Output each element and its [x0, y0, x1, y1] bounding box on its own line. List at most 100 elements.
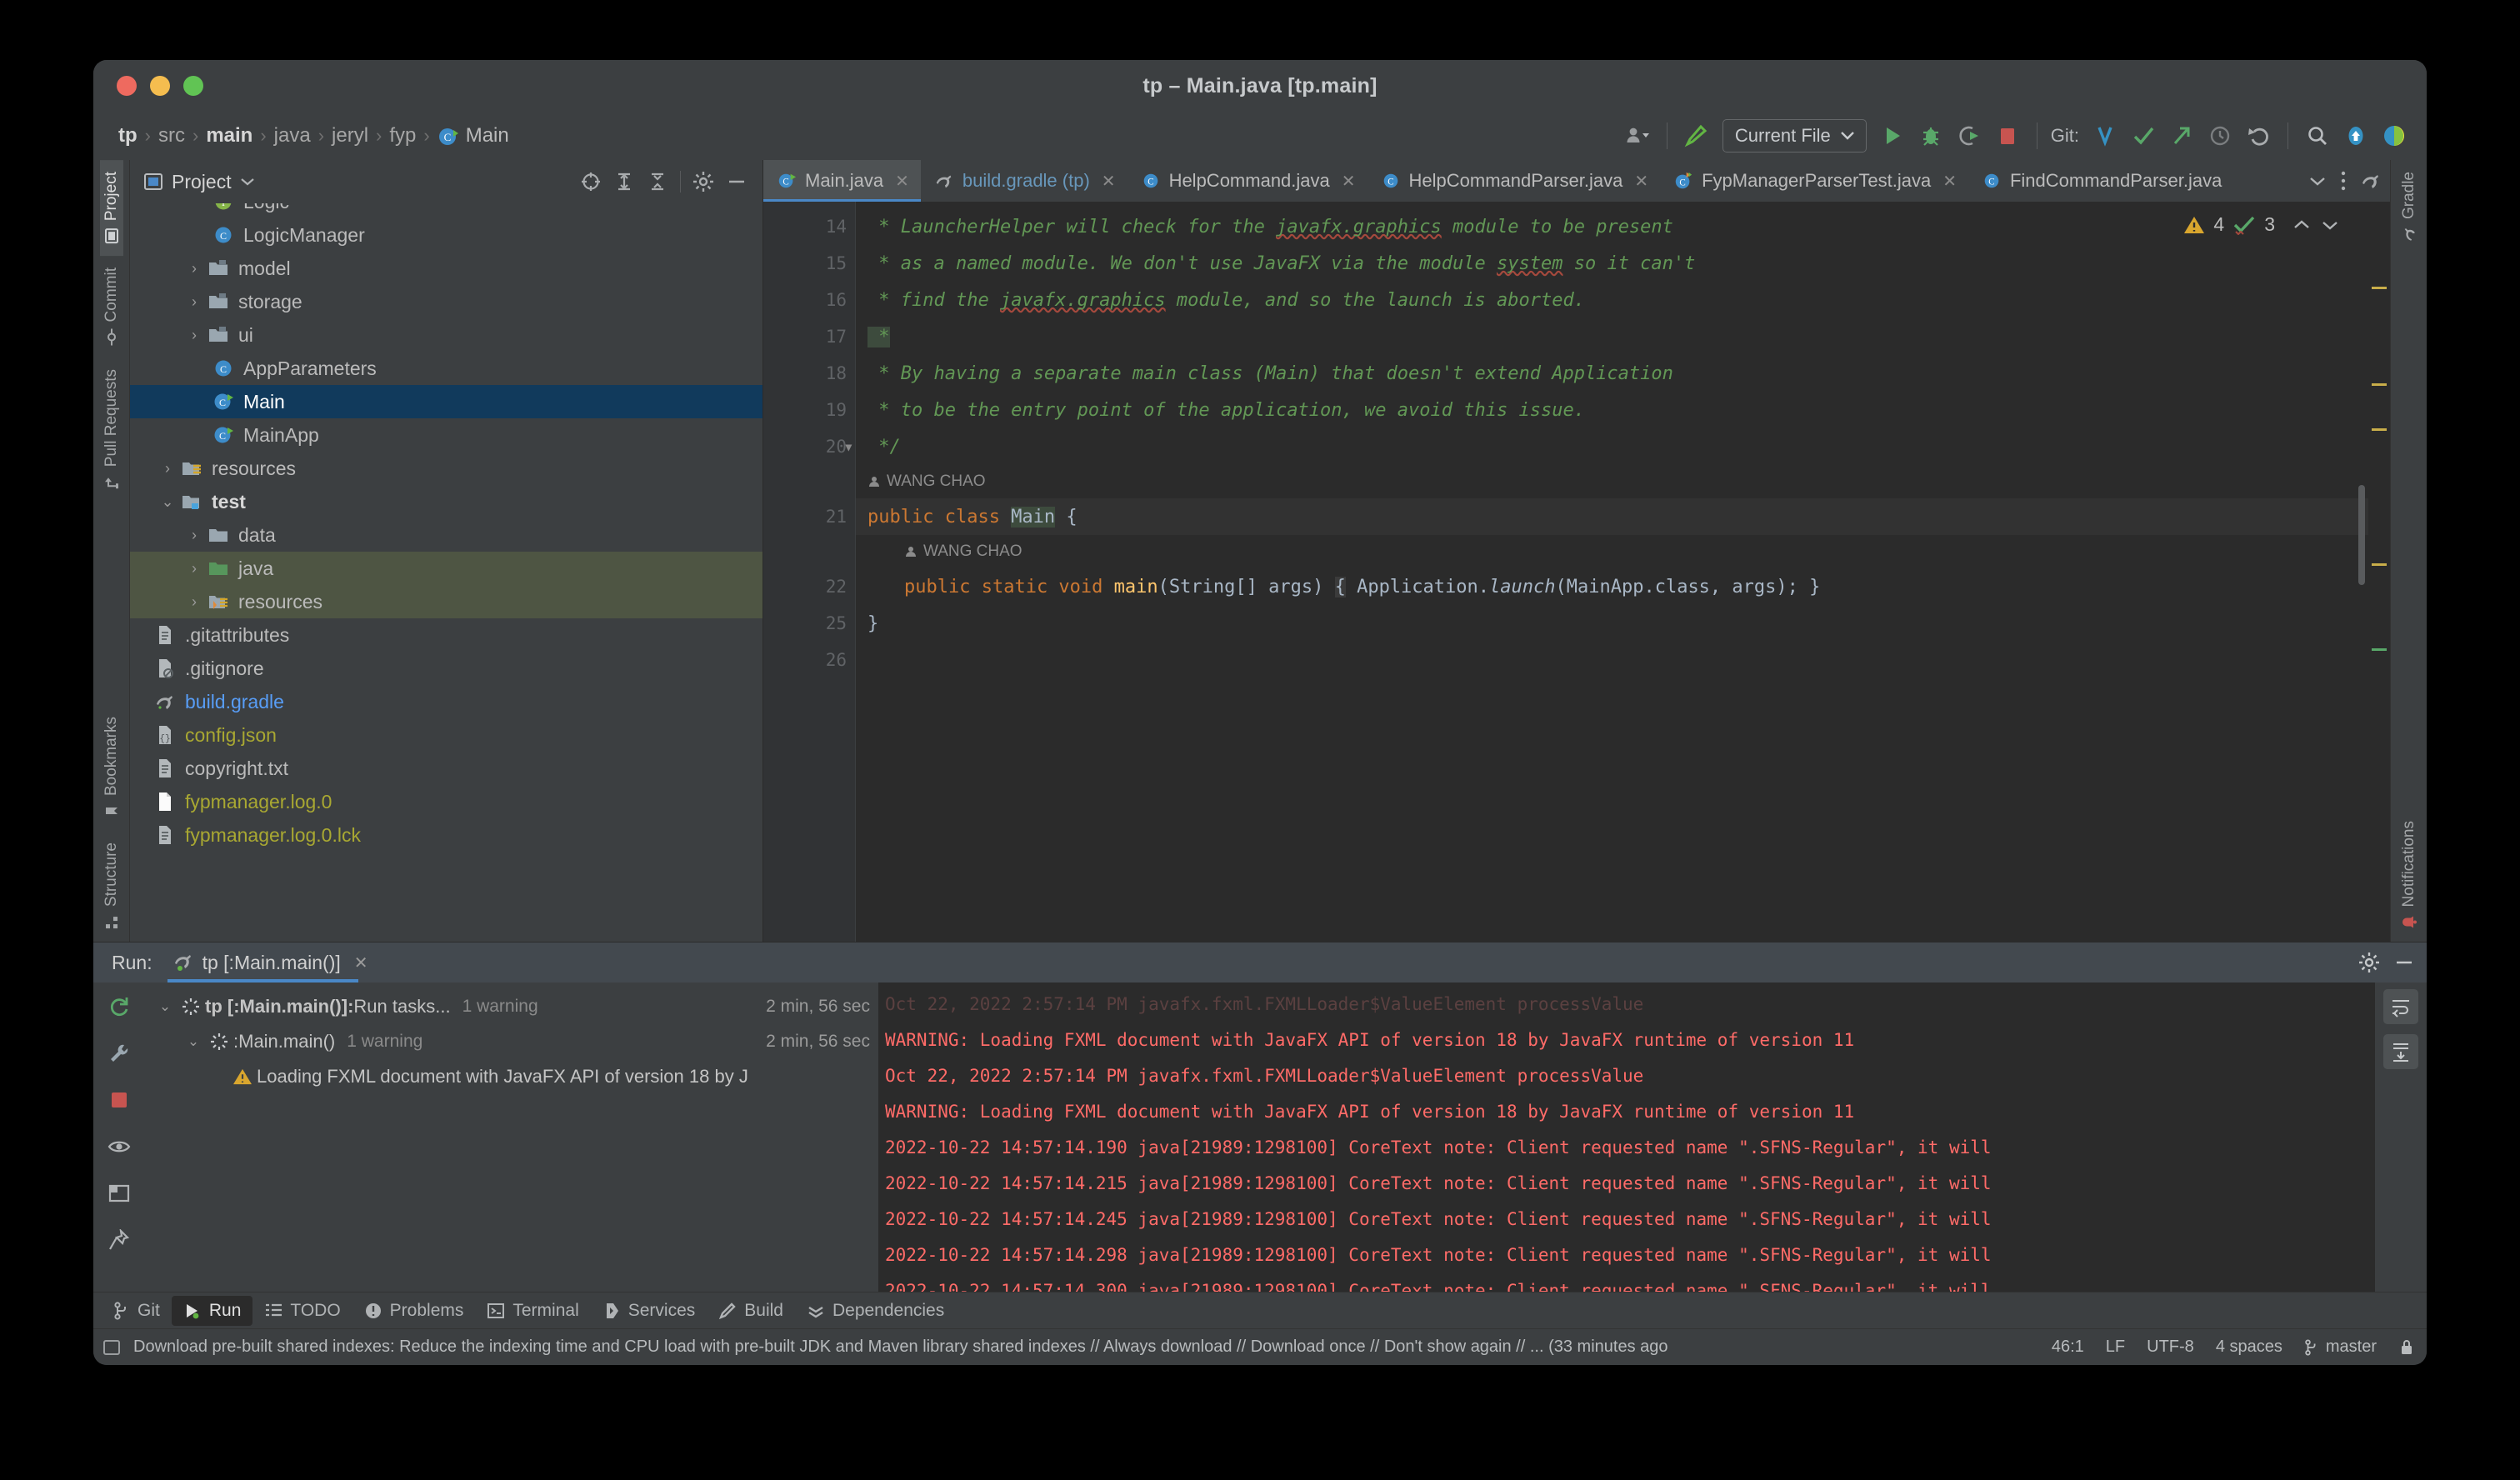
git-history-clock-icon[interactable] — [2202, 118, 2238, 153]
indent-setting[interactable]: 4 spaces — [2216, 1338, 2282, 1357]
gradle-elephant-icon[interactable] — [2360, 170, 2382, 192]
tree-row[interactable]: C AppParameters — [130, 352, 762, 385]
vcs-annotation[interactable]: WANG CHAO — [856, 465, 2390, 498]
chevron-up-icon[interactable] — [2292, 218, 2312, 232]
chevron-down-icon[interactable]: ⌄ — [153, 998, 177, 1015]
tree-row[interactable]: › data — [130, 518, 762, 552]
close-icon[interactable]: ✕ — [1102, 171, 1116, 192]
tree-row[interactable]: build.gradle — [130, 685, 762, 718]
bottom-tab-dependencies[interactable]: Dependencies — [795, 1296, 956, 1326]
git-branch-widget[interactable]: master — [2304, 1338, 2377, 1357]
chevron-right-icon[interactable]: › — [183, 293, 205, 311]
chevron-down-icon[interactable] — [240, 177, 255, 187]
tree-row[interactable]: › resources — [130, 452, 762, 485]
editor-scrollbar-thumb[interactable] — [2358, 485, 2365, 585]
line-separator[interactable]: LF — [2106, 1338, 2125, 1357]
tree-row[interactable]: copyright.txt — [130, 752, 762, 785]
collapse-all-icon[interactable] — [642, 166, 673, 198]
breadcrumb-item-tp[interactable]: tp — [113, 122, 142, 149]
bottom-tab-terminal[interactable]: Terminal — [475, 1296, 590, 1326]
minimize-window-button[interactable] — [150, 76, 170, 96]
build-wrench-icon[interactable] — [102, 1036, 137, 1071]
tab-help-command-parser[interactable]: C HelpCommandParser.java ✕ — [1368, 160, 1661, 202]
project-tree[interactable]: I Logic C LogicManager › model — [130, 203, 762, 942]
chevron-right-icon[interactable]: › — [183, 560, 205, 578]
hide-panel-icon[interactable] — [721, 166, 752, 198]
sidebar-item-pull-requests[interactable]: Pull Requests — [100, 358, 123, 502]
chevron-down-icon[interactable]: ⌄ — [182, 1033, 205, 1050]
run-with-coverage-icon[interactable] — [1952, 118, 1987, 153]
close-icon[interactable]: ✕ — [1942, 171, 1957, 192]
scroll-to-end-icon[interactable] — [2383, 1034, 2418, 1069]
bottom-tab-run[interactable]: Run — [172, 1296, 253, 1326]
bottom-tab-build[interactable]: Build — [707, 1296, 795, 1326]
run-task-tree[interactable]: ⌄ tp [:Main.main()]: Run tasks... 1 warn… — [145, 982, 878, 1292]
layout-icon[interactable] — [102, 1176, 137, 1211]
git-rollback-icon[interactable] — [2241, 118, 2276, 153]
tree-row-selected-main[interactable]: C Main — [130, 385, 762, 418]
soft-wrap-icon[interactable] — [2383, 989, 2418, 1024]
tree-row[interactable]: {} config.json — [130, 718, 762, 752]
code-content[interactable]: * LauncherHelper will check for the java… — [855, 202, 2390, 942]
build-hammer-icon[interactable] — [1679, 118, 1714, 153]
caret-position[interactable]: 46:1 — [2052, 1338, 2084, 1357]
close-window-button[interactable] — [117, 76, 137, 96]
chevron-right-icon[interactable]: › — [183, 527, 205, 544]
zoom-window-button[interactable] — [183, 76, 203, 96]
bottom-tab-todo[interactable]: TODO — [252, 1296, 352, 1326]
intellij-idea-icon[interactable] — [2377, 118, 2412, 153]
close-icon[interactable]: ✕ — [1342, 171, 1356, 192]
hide-panel-icon[interactable] — [2393, 952, 2415, 973]
tree-row-test[interactable]: ⌄ test — [130, 485, 762, 518]
tab-fyp-manager-parser-test[interactable]: C FypManagerParserTest.java ✕ — [1660, 160, 1968, 202]
chevron-right-icon[interactable]: › — [183, 327, 205, 344]
user-account-icon[interactable] — [1620, 118, 1655, 153]
pin-icon[interactable] — [102, 1222, 137, 1258]
settings-gear-icon[interactable] — [2358, 952, 2380, 973]
chevron-down-icon[interactable] — [2320, 218, 2340, 232]
rerun-icon[interactable] — [102, 989, 137, 1024]
vcs-annotation[interactable]: WANG CHAO — [856, 535, 2390, 568]
breadcrumb-item-main[interactable]: main — [201, 122, 258, 149]
memory-indicator-icon[interactable] — [102, 1338, 122, 1358]
expand-all-icon[interactable] — [608, 166, 640, 198]
tree-row[interactable]: .gitignore — [130, 652, 762, 685]
more-vertical-icon[interactable] — [2330, 169, 2357, 192]
tab-main-java[interactable]: C Main.java ✕ — [763, 160, 921, 202]
git-commit-checkmark-icon[interactable] — [2126, 118, 2161, 153]
breadcrumb-item-Main[interactable]: C Main — [432, 122, 514, 149]
tab-find-command-parser[interactable]: C FindCommandParser.java — [1968, 160, 2233, 202]
sidebar-item-bookmarks[interactable]: Bookmarks — [100, 705, 123, 831]
chevron-down-icon[interactable]: ⌄ — [157, 493, 178, 511]
bottom-tab-services[interactable]: Services — [591, 1296, 708, 1326]
tree-row[interactable]: .gitattributes — [130, 618, 762, 652]
git-update-icon[interactable] — [2088, 118, 2122, 153]
chevron-right-icon[interactable]: › — [183, 260, 205, 278]
chevron-right-icon[interactable]: › — [157, 460, 178, 478]
select-opened-file-icon[interactable] — [575, 166, 607, 198]
breadcrumb-item-java[interactable]: java — [269, 122, 316, 149]
tree-row[interactable]: › storage — [130, 285, 762, 318]
search-everywhere-icon[interactable] — [2300, 118, 2335, 153]
tab-build-gradle[interactable]: build.gradle (tp) ✕ — [921, 160, 1128, 202]
tree-row[interactable]: fypmanager.log.0.lck — [130, 818, 762, 852]
settings-gear-icon[interactable] — [688, 166, 719, 198]
sidebar-item-commit[interactable]: Commit — [100, 256, 123, 357]
breadcrumb-item-fyp[interactable]: fyp — [384, 122, 421, 149]
tree-row[interactable]: I Logic — [130, 203, 762, 218]
editor-gutter[interactable]: 14 15 16 17 18 19 ▾ 20 21 ▶ — [763, 202, 855, 942]
run-console-output[interactable]: Oct 22, 2022 2:57:14 PM javafx.fxml.FXML… — [878, 982, 2375, 1292]
read-only-lock-icon[interactable] — [2398, 1338, 2415, 1357]
editor-marker-stripe[interactable] — [2368, 202, 2390, 942]
tree-row[interactable]: fypmanager.log.0 — [130, 785, 762, 818]
stop-red-icon[interactable] — [102, 1082, 137, 1118]
status-message[interactable]: Download pre-built shared indexes: Reduc… — [133, 1338, 1668, 1357]
close-icon[interactable]: ✕ — [1634, 171, 1648, 192]
close-icon[interactable]: ✕ — [354, 952, 368, 973]
breadcrumb-item-src[interactable]: src — [153, 122, 190, 149]
run-tree-row-warning[interactable]: Loading FXML document with JavaFX API of… — [145, 1059, 878, 1094]
bottom-tab-problems[interactable]: Problems — [352, 1296, 476, 1326]
sidebar-item-gradle[interactable]: Gradle — [2398, 160, 2421, 254]
ide-update-available-icon[interactable] — [2338, 118, 2373, 153]
file-encoding[interactable]: UTF-8 — [2147, 1338, 2194, 1357]
